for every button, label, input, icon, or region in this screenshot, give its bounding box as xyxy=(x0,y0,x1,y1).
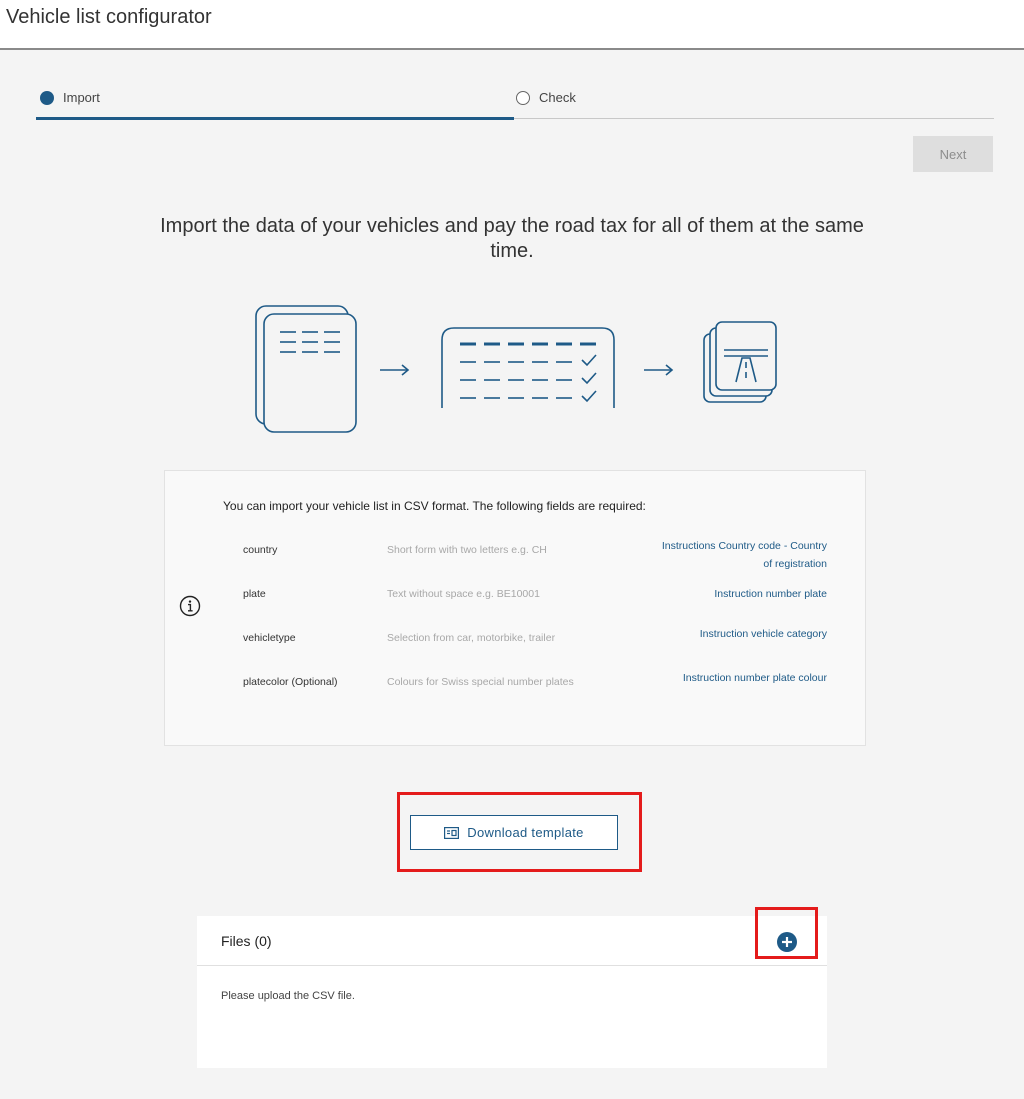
import-headline: Import the data of your vehicles and pay… xyxy=(160,215,864,262)
field-instruction-link[interactable]: Instruction number plate colour xyxy=(657,669,827,687)
step-import-label: Import xyxy=(63,90,100,105)
main-content: Import Check Next Import the data of you… xyxy=(0,50,1024,1099)
step-active-dot xyxy=(40,90,54,105)
info-icon xyxy=(179,595,201,617)
field-description: Colours for Swiss special number plates xyxy=(387,676,574,688)
arrow-right-icon xyxy=(380,364,410,376)
field-description: Short form with two letters e.g. CH xyxy=(387,544,547,556)
template-icon xyxy=(444,826,460,839)
field-row: platecolor (Optional) Colours for Swiss … xyxy=(243,661,827,705)
field-description: Selection from car, motorbike, trailer xyxy=(387,632,556,644)
field-row: country Short form with two letters e.g.… xyxy=(243,529,827,573)
csv-requirements-intro: You can import your vehicle list in CSV … xyxy=(223,499,646,513)
files-empty-message: Please upload the CSV file. xyxy=(221,990,355,1002)
field-name: platecolor (Optional) xyxy=(243,676,338,688)
field-instruction-link[interactable]: Instruction number plate xyxy=(657,588,827,600)
field-name: vehicletype xyxy=(243,632,296,644)
field-instruction-link[interactable]: Instruction vehicle category xyxy=(657,625,827,643)
files-header: Files (0) xyxy=(197,916,827,966)
stepper: Import Check xyxy=(36,90,994,120)
stepper-progress xyxy=(36,117,514,120)
document-stack-icon xyxy=(255,305,357,433)
step-check[interactable]: Check xyxy=(516,90,576,105)
step-check-label: Check xyxy=(539,90,576,105)
import-process-illustration xyxy=(255,305,777,433)
next-button[interactable]: Next xyxy=(913,136,993,172)
step-inactive-dot xyxy=(516,90,530,105)
csv-requirements-box: You can import your vehicle list in CSV … xyxy=(164,470,866,746)
required-fields-list: country Short form with two letters e.g.… xyxy=(243,529,827,705)
arrow-right-icon xyxy=(644,364,674,376)
files-panel: Files (0) Please upload the CSV file. xyxy=(197,916,827,1068)
add-file-highlight-frame xyxy=(755,907,818,959)
field-description: Text without space e.g. BE10001 xyxy=(387,588,540,600)
field-name: country xyxy=(243,544,278,556)
checklist-icon xyxy=(441,327,615,408)
step-import[interactable]: Import xyxy=(40,90,100,105)
field-name: plate xyxy=(243,588,266,600)
field-instruction-link[interactable]: Instructions Country code - Country of r… xyxy=(657,537,827,573)
field-row: plate Text without space e.g. BE10001 In… xyxy=(243,573,827,617)
download-template-button[interactable]: Download template xyxy=(410,815,618,850)
vignette-road-icon xyxy=(703,321,777,403)
download-template-label: Download template xyxy=(467,825,584,840)
page-title: Vehicle list configurator xyxy=(6,6,212,28)
field-row: vehicletype Selection from car, motorbik… xyxy=(243,617,827,661)
files-title: Files (0) xyxy=(221,933,272,949)
